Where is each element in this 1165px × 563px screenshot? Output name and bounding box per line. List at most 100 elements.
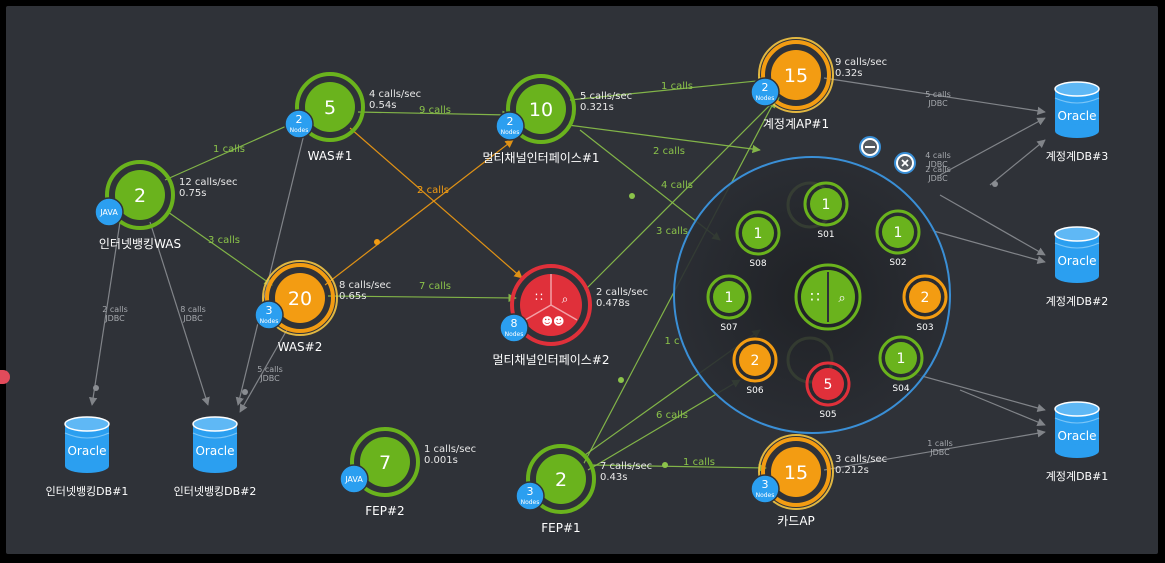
node-name: WAS#2 (278, 340, 323, 354)
node-fep2[interactable]: 7 JAVA 1 calls/sec0.001s FEP#2 (339, 427, 476, 518)
server-count: 1 (894, 225, 903, 241)
db-db_acc1[interactable]: Oracle 계정계DB#1 (1046, 401, 1109, 483)
edge-label: 1 c (664, 336, 679, 347)
node-badge[interactable]: 3Nodes (750, 474, 780, 504)
db-db_acc3[interactable]: Oracle 계정계DB#3 (1046, 81, 1109, 163)
node-badge[interactable]: 2Nodes (284, 109, 314, 139)
server-id: S02 (889, 258, 906, 268)
node-instance-label: Nodes (756, 492, 775, 499)
node-call-rate: 5 calls/sec (580, 91, 632, 102)
node-was1[interactable]: 5 2Nodes 4 calls/sec0.54s WAS#1 (284, 72, 421, 163)
node-instance-label: Nodes (501, 129, 520, 136)
jdbc-call-count: 2 calls (102, 305, 128, 314)
minus-icon[interactable] (859, 136, 881, 158)
node-count: 2 (134, 185, 146, 207)
server-id: S04 (892, 384, 909, 394)
edge-label: 2 calls (653, 146, 685, 157)
server-count: 1 (822, 197, 831, 213)
node-name: FEP#1 (541, 521, 580, 535)
node-badge[interactable]: 3Nodes (515, 481, 545, 511)
node-mci1[interactable]: 102Nodes5 calls/sec0.321s멀티채널인터페이스#1 (482, 74, 632, 165)
node-instance-label: Nodes (521, 499, 540, 506)
jdbc-call-count: 4 calls (925, 151, 951, 160)
node-badge[interactable]: 2Nodes (495, 111, 525, 141)
node-response-time: 0.65s (339, 291, 366, 302)
db-db_acc2[interactable]: Oracle 계정계DB#2 (1046, 226, 1109, 308)
node-card[interactable]: 153Nodes3 calls/sec0.212s카드AP (750, 434, 887, 528)
java-badge: JAVA (99, 208, 118, 217)
db-name: 계정계DB#1 (1046, 470, 1109, 483)
edge-label: 4 calls (661, 180, 693, 191)
topology-map-panel[interactable]: 1 calls 9 calls 1 calls 2 calls 3 calls 7 cal… (6, 6, 1158, 554)
node-count: 20 (288, 288, 312, 310)
edge-mid-db3[interactable] (939, 117, 1046, 176)
jdbc-label: JDBC (259, 374, 280, 383)
magnifier-center-control[interactable]: ∷ ⌕ (794, 263, 862, 331)
node-badge[interactable]: 8Nodes (499, 313, 529, 343)
edge-label: 7 calls (419, 281, 451, 292)
edge-mid-db2a[interactable] (939, 194, 1046, 256)
server-id: S07 (720, 323, 737, 333)
node-count: 15 (784, 462, 808, 484)
node-badge[interactable]: 3Nodes (254, 300, 284, 330)
server-id: S03 (916, 323, 933, 333)
edge-db3-up[interactable] (989, 139, 1046, 186)
topology-map[interactable]: 1 calls 9 calls 1 calls 2 calls 3 calls 7 cal… (6, 6, 1158, 554)
close-icon[interactable] (894, 152, 916, 174)
node-response-time: 0.32s (835, 68, 862, 79)
node-response-time: 0.321s (580, 102, 614, 113)
edge-mid-db1b[interactable] (959, 389, 1046, 427)
jdbc-call-count: 5 calls (257, 365, 283, 374)
node-badge[interactable]: 2Nodes (750, 77, 780, 107)
db-vendor-label: Oracle (67, 444, 106, 458)
node-call-rate: 2 calls/sec (596, 287, 648, 298)
node-was2[interactable]: 203Nodes 8 calls/sec0.65s WAS#2 (254, 260, 391, 354)
edge-dot (242, 389, 248, 395)
jdbc-label: JDBC (927, 174, 948, 183)
node-name: WAS#1 (308, 149, 353, 163)
node-call-rate: 4 calls/sec (369, 89, 421, 100)
edge-ibwas-was2[interactable] (167, 211, 273, 286)
db-db_ib2[interactable]: Oracle 인터넷뱅킹DB#2 (174, 416, 257, 498)
edge-label: 1 calls (213, 144, 245, 155)
search-icon[interactable]: ⌕ (838, 291, 845, 306)
node-instance-count: 3 (762, 478, 769, 491)
jdbc-call-count: 1 calls (927, 439, 953, 448)
jdbc-label: JDBC (104, 314, 125, 323)
server-count: 1 (725, 290, 734, 306)
db-db_ib1[interactable]: Oracle 인터넷뱅킹DB#1 (46, 416, 129, 498)
edge-label: 2 calls (417, 185, 449, 196)
edge-label: 1 calls (661, 81, 693, 92)
node-call-rate: 12 calls/sec (179, 177, 238, 188)
node-count: 5 (324, 97, 336, 119)
node-count: 2 (555, 469, 567, 491)
node-response-time: 0.75s (179, 188, 206, 199)
server-count: 2 (921, 290, 930, 306)
node-response-time: 0.001s (424, 455, 458, 466)
node-instance-label: Nodes (505, 331, 524, 338)
db-vendor-label: Oracle (1057, 429, 1096, 443)
db-name: 인터넷뱅킹DB#2 (174, 485, 257, 498)
server-count: 1 (897, 351, 906, 367)
server-count: 5 (824, 377, 833, 393)
topology-icon[interactable]: ∷ (810, 288, 820, 306)
db-vendor-label: Oracle (195, 444, 234, 458)
node-call-rate: 8 calls/sec (339, 280, 391, 291)
node-instance-label: Nodes (756, 95, 775, 102)
server-id: S06 (746, 386, 763, 396)
node-mci2[interactable]: ∷ ⌕ ☻☻ 8Nodes 2 calls/sec0.478s 멀티채널인터페이스#2 (492, 264, 648, 367)
node-badge[interactable]: JAVA (339, 464, 369, 494)
server-count: 1 (754, 226, 763, 242)
edge-mid-db2b[interactable] (929, 229, 1046, 265)
node-fep1[interactable]: 2 3Nodes 7 calls/sec0.43s FEP#1 (515, 444, 652, 535)
node-call-rate: 1 calls/sec (424, 444, 476, 455)
node-badge[interactable]: JAVA (94, 197, 124, 227)
node-instance-count: 2 (762, 81, 769, 94)
edge-dot (618, 377, 624, 383)
node-call-rate: 9 calls/sec (835, 57, 887, 68)
node-instance-count: 3 (527, 485, 534, 498)
magnifier-popup[interactable]: 1S01 1S022S031S045S052S061S071S08∷ ⌕ (673, 136, 951, 434)
jdbc-call-count: 5 calls (925, 90, 951, 99)
search-icon: ⌕ (562, 292, 569, 306)
node-count: 15 (784, 65, 808, 87)
